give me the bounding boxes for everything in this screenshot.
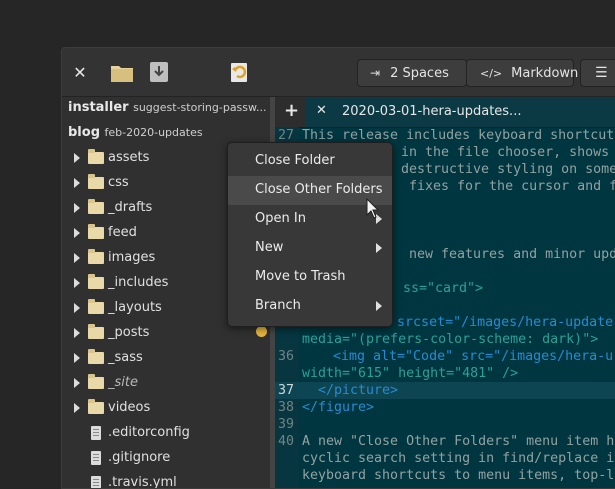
tab-hera-updates[interactable]: ✕ 2020-03-01-hera-updates... — [305, 97, 615, 127]
folder-icon — [88, 302, 104, 314]
folder-icon — [88, 352, 104, 364]
tab-bar: + ✕ 2020-03-01-hera-updates... — [275, 97, 615, 128]
tree-item-videos[interactable]: videos — [62, 395, 272, 420]
expand-arrow-icon[interactable] — [74, 353, 80, 363]
expand-arrow-icon[interactable] — [74, 178, 80, 188]
tree-item-label: .travis.yml — [108, 475, 177, 489]
indent-label: 2 Spaces — [390, 66, 449, 81]
indent-icon: ⇥ — [370, 66, 380, 80]
tree-item-label: _includes — [108, 275, 168, 290]
menu-item-new[interactable]: New — [228, 234, 392, 263]
folder-icon — [88, 402, 104, 414]
tree-item-label: _drafts — [108, 200, 152, 215]
tree-item-editorconfig[interactable]: .editorconfig — [62, 420, 272, 445]
tree-item-site[interactable]: _site — [62, 370, 272, 395]
folder-icon — [88, 202, 104, 214]
tree-item-gitignore[interactable]: .gitignore — [62, 445, 272, 470]
expand-arrow-icon[interactable] — [74, 403, 80, 413]
code-icon: </> — [480, 67, 502, 80]
folder-icon — [88, 377, 104, 389]
project-installer[interactable]: installer suggest-storing-passw... — [68, 100, 267, 115]
modified-indicator — [256, 326, 267, 337]
tree-item-label: css — [108, 175, 129, 190]
expand-arrow-icon[interactable] — [74, 228, 80, 238]
tree-item-label: assets — [108, 150, 149, 165]
expand-arrow-icon[interactable] — [74, 378, 80, 388]
tree-item-label: feed — [108, 225, 137, 240]
tree-item-label: _layouts — [108, 300, 162, 315]
folder-icon — [88, 277, 104, 289]
folder-icon — [88, 152, 104, 164]
headerbar: ✕ ⇥ 2 Spaces </> Markdown ☰ — [62, 48, 615, 97]
expand-arrow-icon[interactable] — [74, 253, 80, 263]
expand-arrow-icon[interactable] — [74, 203, 80, 213]
indent-selector[interactable]: ⇥ 2 Spaces — [357, 59, 467, 87]
current-code-line: 37</picture> — [275, 382, 615, 399]
folder-icon — [88, 252, 104, 264]
language-label: Markdown — [511, 66, 578, 81]
text-file-icon — [91, 451, 101, 465]
mouse-pointer-icon — [366, 198, 380, 220]
menu-item-close-folder[interactable]: Close Folder — [228, 147, 392, 176]
expand-arrow-icon[interactable] — [74, 303, 80, 313]
preferences-button[interactable]: ☰ — [580, 59, 615, 87]
revert-button[interactable] — [228, 60, 250, 84]
menu-item-move-to-trash[interactable]: Move to Trash — [228, 263, 392, 292]
context-menu: Close Folder Close Other Folders Open In… — [227, 142, 393, 327]
close-window-button[interactable]: ✕ — [70, 62, 90, 82]
text-file-icon — [91, 426, 101, 440]
tab-title: 2020-03-01-hera-updates... — [342, 104, 521, 119]
text-file-icon — [91, 476, 101, 489]
expand-arrow-icon[interactable] — [74, 328, 80, 338]
folder-icon — [88, 327, 104, 339]
preferences-icon: ☰ — [595, 65, 608, 81]
project-name: installer — [68, 100, 129, 115]
tree-item-label: _site — [108, 375, 138, 390]
project-branch: suggest-storing-passw... — [133, 101, 266, 114]
new-tab-button[interactable]: + — [284, 100, 299, 121]
tree-item-label: images — [108, 250, 155, 265]
tree-item-label: _posts — [108, 325, 149, 340]
tree-item-label: .gitignore — [108, 450, 170, 465]
language-selector[interactable]: </> Markdown — [466, 59, 574, 87]
download-icon — [149, 61, 169, 83]
close-tab-icon[interactable]: ✕ — [316, 103, 327, 118]
folder-icon — [88, 227, 104, 239]
revert-icon — [229, 61, 249, 83]
expand-arrow-icon[interactable] — [74, 153, 80, 163]
folder-open-icon — [110, 63, 134, 83]
project-branch: feb-2020-updates — [105, 126, 203, 139]
folder-icon — [88, 177, 104, 189]
tree-item-label: .editorconfig — [108, 425, 190, 440]
submenu-arrow-icon — [376, 243, 382, 253]
project-name: blog — [68, 125, 100, 140]
tree-item-label: _sass — [108, 350, 143, 365]
submenu-arrow-icon — [376, 301, 382, 311]
menu-item-branch[interactable]: Branch — [228, 292, 392, 321]
save-button[interactable] — [148, 60, 170, 84]
expand-arrow-icon[interactable] — [74, 278, 80, 288]
tree-item-label: videos — [108, 400, 150, 415]
tree-item-travis[interactable]: .travis.yml — [62, 470, 272, 489]
project-blog[interactable]: blog feb-2020-updates — [68, 125, 203, 140]
tree-item-sass[interactable]: _sass — [62, 345, 272, 370]
open-folder-button[interactable] — [110, 62, 134, 84]
